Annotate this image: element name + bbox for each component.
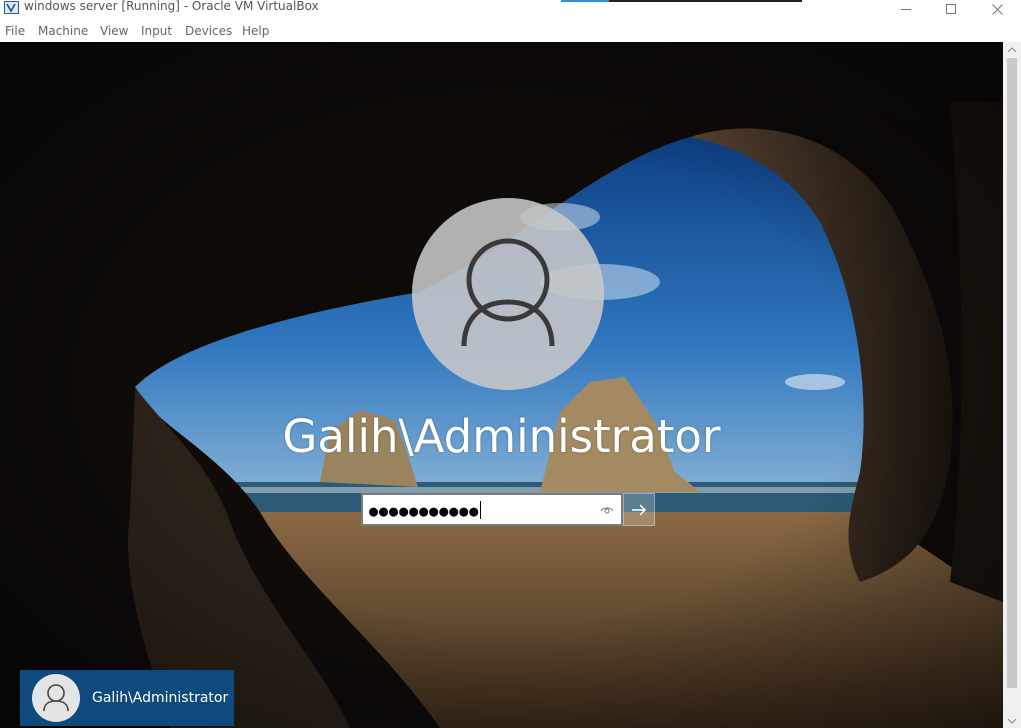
user-tile-avatar <box>32 674 80 722</box>
arrow-right-icon <box>632 504 646 515</box>
submit-button[interactable] <box>623 493 655 526</box>
scroll-up-button[interactable] <box>1003 42 1021 56</box>
menu-help[interactable]: Help <box>242 24 269 38</box>
menu-file[interactable]: File <box>5 24 25 38</box>
maximize-icon <box>946 4 956 14</box>
menu-devices[interactable]: Devices <box>185 24 232 38</box>
window-title: windows server [Running] - Oracle VM Vir… <box>24 0 319 13</box>
vm-display[interactable]: Galih\Administrator ●●●●●●●●●●● Galih\Ad… <box>0 42 1003 728</box>
close-icon <box>991 3 1003 15</box>
menu-input[interactable]: Input <box>141 24 172 38</box>
scroll-down-button[interactable] <box>1003 714 1021 728</box>
login-username: Galih\Administrator <box>282 410 721 463</box>
chevron-down-icon <box>1008 718 1016 724</box>
user-tile[interactable]: Galih\Administrator <box>20 670 234 726</box>
password-field[interactable]: ●●●●●●●●●●● <box>361 493 623 526</box>
title-accent-bar <box>561 0 802 2</box>
text-caret <box>480 501 482 519</box>
close-button[interactable] <box>974 0 1020 18</box>
menu-bar: File Machine View Input Devices Help <box>0 20 1021 42</box>
chevron-up-icon <box>1008 46 1016 52</box>
menu-machine[interactable]: Machine <box>38 24 88 38</box>
eye-icon[interactable] <box>600 504 614 516</box>
vertical-scrollbar[interactable] <box>1003 42 1021 728</box>
maximize-button[interactable] <box>928 0 974 18</box>
minimize-icon <box>901 9 911 10</box>
user-avatar <box>412 198 604 390</box>
user-tile-name: Galih\Administrator <box>92 690 229 706</box>
menu-view[interactable]: View <box>100 24 128 38</box>
minimize-button[interactable] <box>883 0 929 18</box>
person-icon <box>43 684 69 712</box>
virtualbox-icon <box>4 1 19 14</box>
scroll-thumb[interactable] <box>1007 58 1017 688</box>
title-bar: windows server [Running] - Oracle VM Vir… <box>0 0 1021 18</box>
password-value: ●●●●●●●●●●● <box>369 502 480 520</box>
person-icon <box>461 238 555 347</box>
